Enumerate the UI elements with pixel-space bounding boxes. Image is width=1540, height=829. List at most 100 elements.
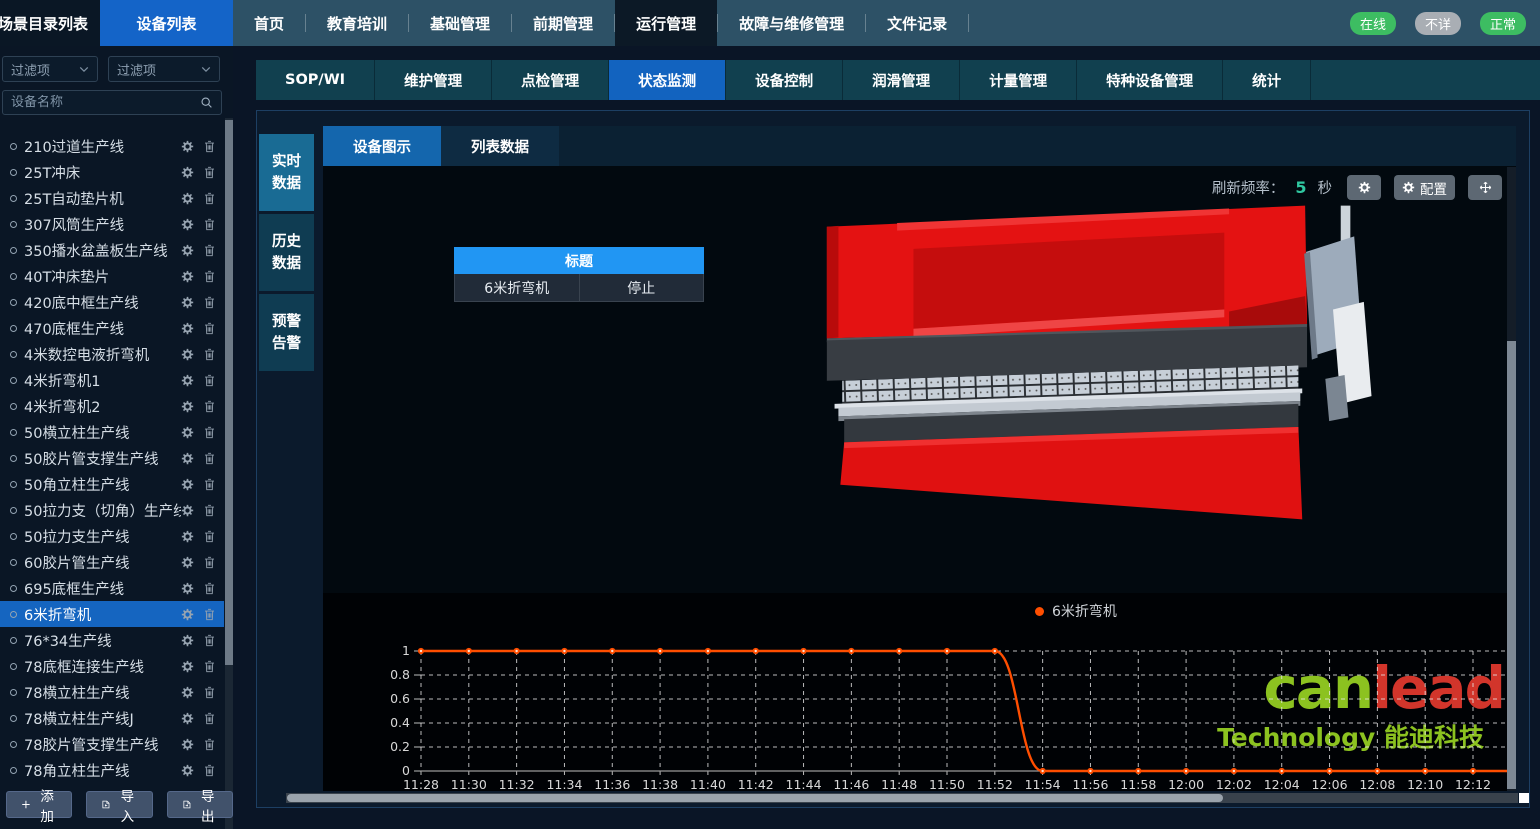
trash-icon[interactable] [203, 478, 216, 491]
device-list-item[interactable]: 307风筒生产线 [0, 211, 224, 237]
trash-icon[interactable] [203, 400, 216, 413]
device-list-item[interactable]: 40T冲床垫片 [0, 263, 224, 289]
trash-icon[interactable] [203, 530, 216, 543]
gear-icon[interactable] [181, 478, 194, 491]
panel-horizontal-scrollbar[interactable] [286, 793, 1518, 803]
gear-icon[interactable] [181, 400, 194, 413]
search-icon[interactable] [200, 96, 213, 109]
chart-legend[interactable]: 6米折弯机 [1035, 601, 1117, 621]
subnav-item-设备控制[interactable]: 设备控制 [726, 60, 843, 100]
trash-icon[interactable] [203, 712, 216, 725]
device-list-item[interactable]: 78横立柱生产线J [0, 705, 224, 731]
gear-icon[interactable] [181, 764, 194, 777]
export-button[interactable]: 导出 [167, 791, 233, 818]
subnav-item-维护管理[interactable]: 维护管理 [375, 60, 492, 100]
nav-item-文件记录[interactable]: 文件记录 [866, 0, 968, 46]
export-icon[interactable] [182, 798, 192, 811]
device-list-item[interactable]: 50横立柱生产线 [0, 419, 224, 445]
device-list-item[interactable]: 4米折弯机1 [0, 367, 224, 393]
trash-icon[interactable] [203, 660, 216, 673]
nav-item-首页[interactable]: 首页 [233, 0, 305, 46]
gear-icon[interactable] [181, 608, 194, 621]
gear-icon[interactable] [181, 166, 194, 179]
trash-icon[interactable] [203, 556, 216, 569]
filter-select-2[interactable]: 过滤项 [108, 56, 220, 82]
trash-icon[interactable] [203, 504, 216, 517]
content-tab-列表数据[interactable]: 列表数据 [441, 126, 559, 166]
import-icon[interactable] [101, 798, 111, 811]
trash-icon[interactable] [203, 218, 216, 231]
device-search-input[interactable] [3, 95, 200, 110]
subnav-item-点检管理[interactable]: 点检管理 [492, 60, 609, 100]
gear-icon[interactable] [181, 244, 194, 257]
panel-horizontal-scrollbar-thumb[interactable] [287, 794, 1223, 802]
nav-item-故障与维修管理[interactable]: 故障与维修管理 [718, 0, 865, 46]
device-list-item[interactable]: 78横立柱生产线 [0, 679, 224, 705]
device-list-item[interactable]: 78底框连接生产线 [0, 653, 224, 679]
device-list-item[interactable]: 50拉力支（切角）生产线 [0, 497, 224, 523]
device-list-item[interactable]: 76*34生产线 [0, 627, 224, 653]
subnav-item-SOP/WI[interactable]: SOP/WI [256, 60, 375, 100]
device-list-item[interactable]: 4米数控电液折弯机 [0, 341, 224, 367]
gear-icon[interactable] [181, 192, 194, 205]
device-list-item[interactable]: 4米折弯机2 [0, 393, 224, 419]
panel-vertical-scrollbar-thumb[interactable] [1507, 341, 1516, 789]
device-list-item[interactable]: 420底中框生产线 [0, 289, 224, 315]
plus-icon[interactable] [21, 798, 31, 811]
gear-icon[interactable] [181, 582, 194, 595]
trash-icon[interactable] [203, 426, 216, 439]
trash-icon[interactable] [203, 348, 216, 361]
trash-icon[interactable] [203, 296, 216, 309]
gear-icon[interactable] [181, 530, 194, 543]
device-list-item[interactable]: 695底框生产线 [0, 575, 224, 601]
subnav-item-润滑管理[interactable]: 润滑管理 [843, 60, 960, 100]
gear-icon[interactable] [181, 686, 194, 699]
content-tab-设备图示[interactable]: 设备图示 [323, 126, 441, 166]
gear-icon[interactable] [181, 660, 194, 673]
side-tab-历史数据[interactable]: 历史数据 [259, 214, 314, 291]
gear-icon[interactable] [181, 634, 194, 647]
trash-icon[interactable] [203, 608, 216, 621]
trash-icon[interactable] [203, 452, 216, 465]
nav-item-教育培训[interactable]: 教育培训 [306, 0, 408, 46]
device-list-item[interactable]: 60胶片管生产线 [0, 549, 224, 575]
tab-scene-catalog[interactable]: 场景目录列表 [0, 0, 100, 46]
sidebar-scrollbar[interactable] [225, 118, 233, 829]
device-list-item[interactable]: 25T冲床 [0, 159, 224, 185]
import-button[interactable]: 导入 [86, 791, 152, 818]
add-button[interactable]: 添加 [6, 791, 72, 818]
device-list-item[interactable]: 210过道生产线 [0, 133, 224, 159]
nav-item-基础管理[interactable]: 基础管理 [409, 0, 511, 46]
device-list-item[interactable]: 78胶片管支撑生产线 [0, 731, 224, 757]
subnav-item-特种设备管理[interactable]: 特种设备管理 [1077, 60, 1223, 100]
subnav-item-状态监测[interactable]: 状态监测 [609, 60, 726, 100]
gear-icon[interactable] [181, 426, 194, 439]
device-list-item[interactable]: 78角立柱生产线 [0, 757, 224, 783]
side-tab-实时数据[interactable]: 实时数据 [259, 134, 314, 211]
gear-icon[interactable] [181, 322, 194, 335]
trash-icon[interactable] [203, 244, 216, 257]
gear-icon[interactable] [181, 296, 194, 309]
gear-icon[interactable] [181, 556, 194, 569]
device-list-item[interactable]: 50角立柱生产线 [0, 471, 224, 497]
filter-select-1[interactable]: 过滤项 [2, 56, 98, 82]
trash-icon[interactable] [203, 270, 216, 283]
trash-icon[interactable] [203, 140, 216, 153]
subnav-item-计量管理[interactable]: 计量管理 [960, 60, 1077, 100]
gear-icon[interactable] [181, 218, 194, 231]
gear-icon[interactable] [181, 374, 194, 387]
gear-icon[interactable] [181, 270, 194, 283]
nav-item-前期管理[interactable]: 前期管理 [512, 0, 614, 46]
trash-icon[interactable] [203, 738, 216, 751]
side-tab-预警告警[interactable]: 预警告警 [259, 294, 314, 371]
trash-icon[interactable] [203, 634, 216, 647]
subnav-item-统计[interactable]: 统计 [1223, 60, 1311, 100]
gear-icon[interactable] [181, 348, 194, 361]
trash-icon[interactable] [203, 764, 216, 777]
device-list-item[interactable]: 50拉力支生产线 [0, 523, 224, 549]
nav-item-运行管理[interactable]: 运行管理 [615, 0, 717, 46]
device-list-item[interactable]: 25T自动垫片机 [0, 185, 224, 211]
trash-icon[interactable] [203, 686, 216, 699]
device-list-item[interactable]: 470底框生产线 [0, 315, 224, 341]
device-list-item[interactable]: 50胶片管支撑生产线 [0, 445, 224, 471]
